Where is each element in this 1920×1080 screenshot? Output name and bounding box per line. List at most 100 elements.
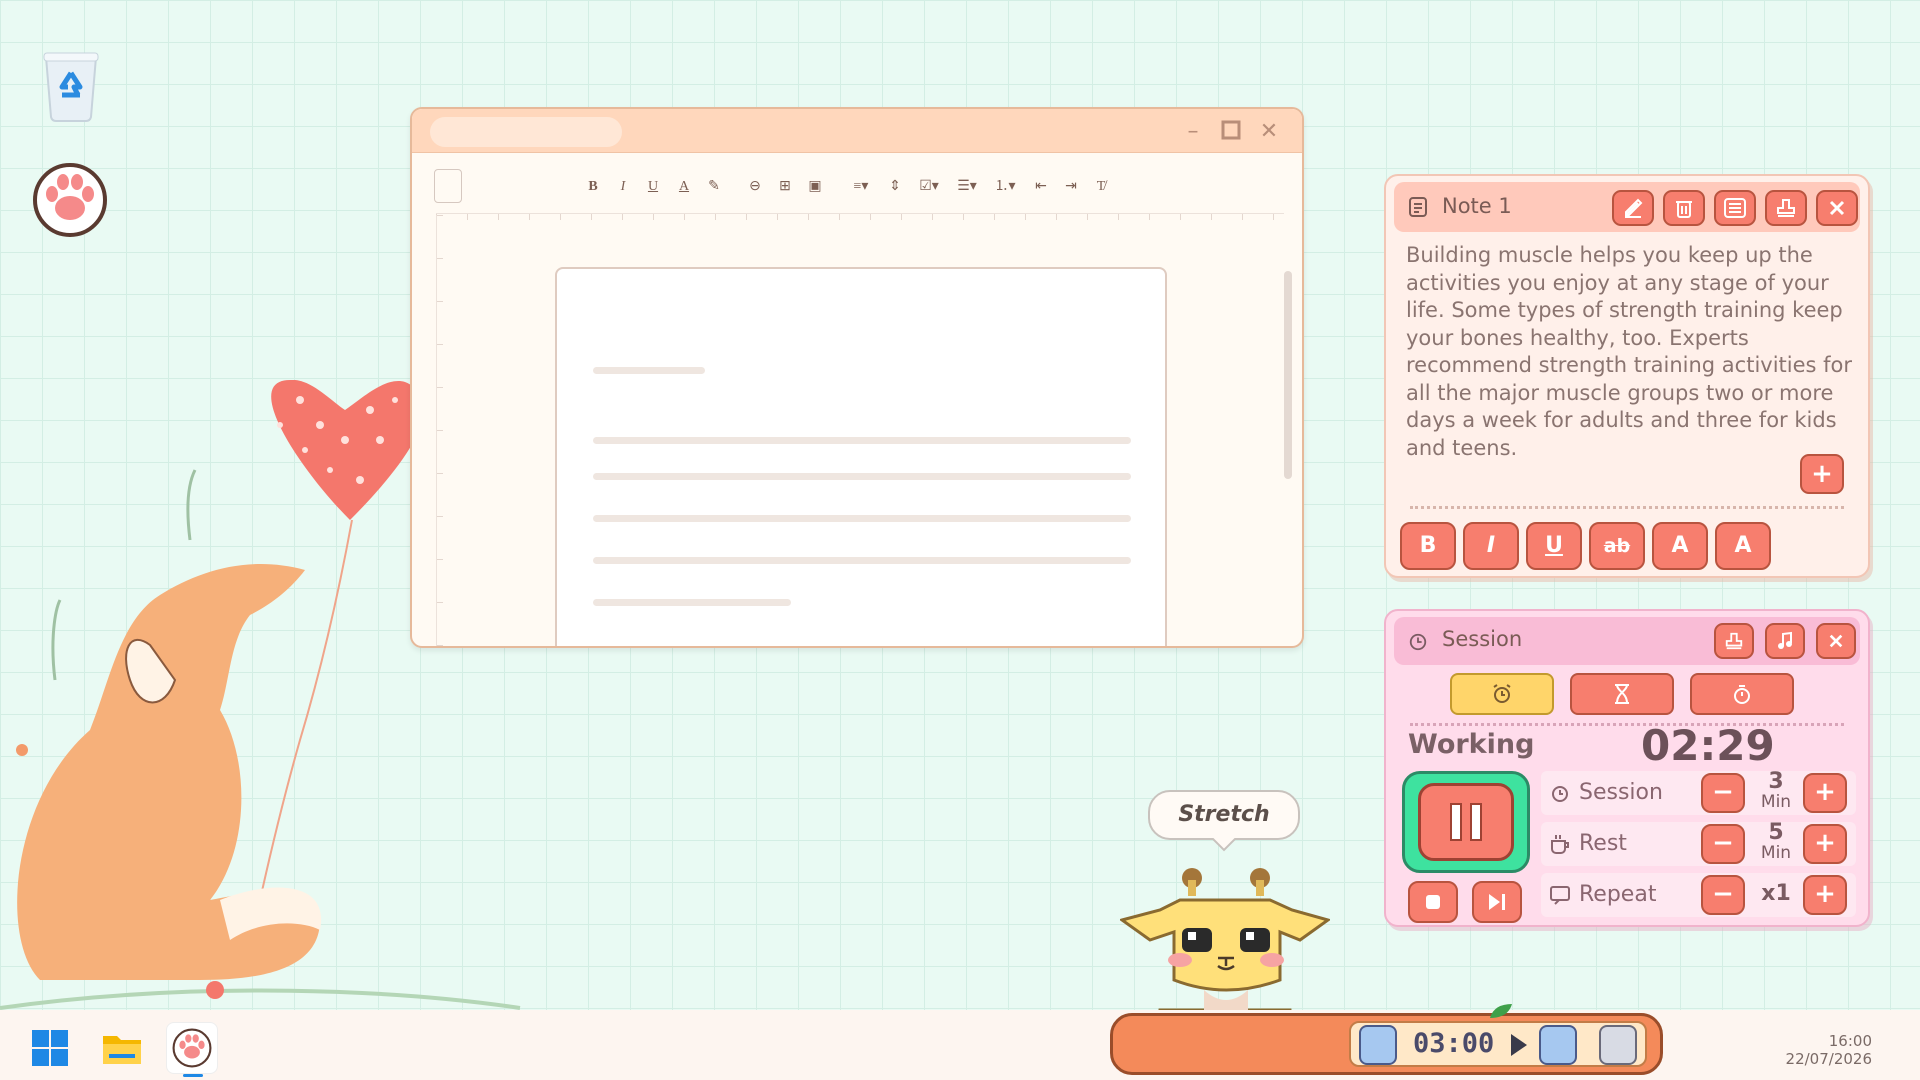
skip-next-icon <box>1489 894 1505 910</box>
leaf-icon <box>1490 1004 1512 1018</box>
close-icon[interactable] <box>1816 190 1858 226</box>
note-title: Note 1 <box>1442 194 1512 218</box>
alarm-icon <box>1493 684 1511 703</box>
minimize-icon[interactable]: – <box>1180 119 1206 145</box>
folder-icon <box>103 1036 141 1064</box>
session-header[interactable]: Session <box>1394 617 1860 665</box>
note-icon <box>1409 197 1427 217</box>
clock-time: 16:00 <box>1828 1032 1872 1050</box>
stop-button[interactable] <box>1408 881 1458 923</box>
image-icon[interactable]: ▣ <box>804 167 826 207</box>
session-title: Session <box>1442 627 1523 651</box>
insert-block-icon[interactable]: ⊞ <box>774 167 796 207</box>
note-header[interactable]: Note 1 <box>1394 182 1860 232</box>
session-timer-widget: Session Working 02:29 Session − 3 Min + … <box>1384 609 1870 927</box>
italic-format-button[interactable]: I <box>1463 522 1519 570</box>
stopwatch-icon <box>1734 685 1750 704</box>
hourglass-mode-button[interactable] <box>1570 673 1674 715</box>
increase-session-button[interactable]: + <box>1803 773 1847 813</box>
music-note-icon[interactable] <box>1765 623 1805 659</box>
edit-icon[interactable] <box>1612 190 1654 226</box>
vertical-ruler <box>436 215 444 646</box>
close-icon[interactable] <box>1816 623 1856 659</box>
file-explorer-button[interactable] <box>96 1022 148 1074</box>
placeholder-text-line <box>593 557 1131 564</box>
link-icon[interactable]: ⊖ <box>744 167 766 207</box>
clock-icon <box>1409 633 1427 651</box>
highlight-icon[interactable]: ✎ <box>703 167 725 207</box>
editor-titlebar[interactable]: – ✕ <box>412 109 1302 153</box>
increase-repeat-button[interactable]: + <box>1803 875 1847 915</box>
underline-button[interactable]: U <box>642 167 664 207</box>
stopwatch-mode-button[interactable] <box>1690 673 1794 715</box>
divider <box>1410 723 1844 726</box>
document-page[interactable] <box>555 267 1167 646</box>
close-icon[interactable]: ✕ <box>1256 119 1282 145</box>
placeholder-heading-line <box>593 367 705 374</box>
trash-icon[interactable] <box>1663 190 1705 226</box>
session-length-value: 3 Min <box>1760 769 1792 812</box>
repeat-count-row: Repeat − x1 + <box>1541 873 1856 917</box>
status-label: Working <box>1408 729 1535 760</box>
repeat-count-value: x1 <box>1761 881 1791 906</box>
session-length-row: Session − 3 Min + <box>1541 771 1856 815</box>
play-icon[interactable] <box>1509 1032 1529 1058</box>
add-note-button[interactable]: + <box>1800 454 1844 494</box>
start-menu-button[interactable] <box>24 1022 76 1074</box>
countdown-timer: 02:29 <box>1641 721 1775 770</box>
align-icon[interactable]: ≡▾ <box>846 167 876 207</box>
editor-title-field <box>430 117 622 147</box>
divider <box>1410 506 1844 509</box>
decrease-repeat-button[interactable]: − <box>1701 875 1745 915</box>
rest-length-label: Rest <box>1579 831 1627 856</box>
list-icon[interactable] <box>1714 190 1756 226</box>
windows-logo-icon <box>32 1030 68 1066</box>
decrease-session-button[interactable]: − <box>1701 773 1745 813</box>
increase-rest-button[interactable]: + <box>1803 824 1847 864</box>
sync-icon[interactable] <box>1539 1025 1577 1065</box>
recycle-bin-icon[interactable] <box>36 46 106 124</box>
rest-length-value: 5 Min <box>1760 820 1792 863</box>
stop-icon <box>1426 895 1440 909</box>
alarm-mode-button[interactable] <box>1450 673 1554 715</box>
numbered-list-icon[interactable]: ⒈▾ <box>990 167 1020 207</box>
system-clock[interactable]: 16:00 22/07/2026 <box>1786 1032 1872 1068</box>
placeholder-text-line <box>593 437 1131 444</box>
vertical-scrollbar[interactable] <box>1284 271 1292 479</box>
repeat-count-label: Repeat <box>1579 882 1657 907</box>
outdent-icon[interactable]: ⇤ <box>1030 167 1052 207</box>
increase-font-button[interactable]: A <box>1715 522 1771 570</box>
italic-button[interactable]: I <box>612 167 634 207</box>
maximize-icon[interactable] <box>1218 119 1244 145</box>
strikethrough-format-button[interactable]: ab <box>1589 522 1645 570</box>
indent-icon[interactable]: ⇥ <box>1060 167 1082 207</box>
clear-format-icon[interactable]: T̸ <box>1090 167 1112 207</box>
stamp-icon[interactable] <box>1765 190 1807 226</box>
pause-button[interactable] <box>1418 783 1514 861</box>
document-editor-window: – ✕ B I U A ✎ ⊖ ⊞ ▣ ≡▾ ⇕ ☑▾ ☰▾ ⒈▾ ⇤ ⇥ T̸ <box>410 107 1304 648</box>
placeholder-text-line <box>593 515 1131 522</box>
speech-bubble-tail <box>1212 838 1236 852</box>
paw-app-icon[interactable] <box>30 160 110 240</box>
clock-date: 22/07/2026 <box>1785 1050 1872 1068</box>
widget-bar-timer: 03:00 <box>1413 1028 1495 1059</box>
underline-format-button[interactable]: U <box>1526 522 1582 570</box>
placeholder-text-line <box>593 473 1131 480</box>
line-spacing-icon[interactable]: ⇕ <box>884 167 906 207</box>
text-color-button[interactable]: A <box>673 167 695 207</box>
skip-button[interactable] <box>1472 881 1522 923</box>
paw-icon <box>172 1028 212 1068</box>
paw-app-taskbar-button[interactable] <box>166 1022 218 1077</box>
mascot-select-icon[interactable] <box>1599 1025 1637 1065</box>
note-body-text[interactable]: Building muscle helps you keep up the ac… <box>1406 242 1856 462</box>
decrease-font-button[interactable]: A <box>1652 522 1708 570</box>
bullet-list-icon[interactable]: ☰▾ <box>952 167 982 207</box>
checklist-icon[interactable]: ☑▾ <box>914 167 944 207</box>
bold-button[interactable]: B <box>582 167 604 207</box>
horizontal-ruler <box>436 213 1284 221</box>
decrease-rest-button[interactable]: − <box>1701 824 1745 864</box>
bold-format-button[interactable]: B <box>1400 522 1456 570</box>
session-length-label: Session <box>1579 780 1663 805</box>
notes-toggle-icon[interactable] <box>1359 1025 1397 1065</box>
stamp-icon[interactable] <box>1714 623 1754 659</box>
